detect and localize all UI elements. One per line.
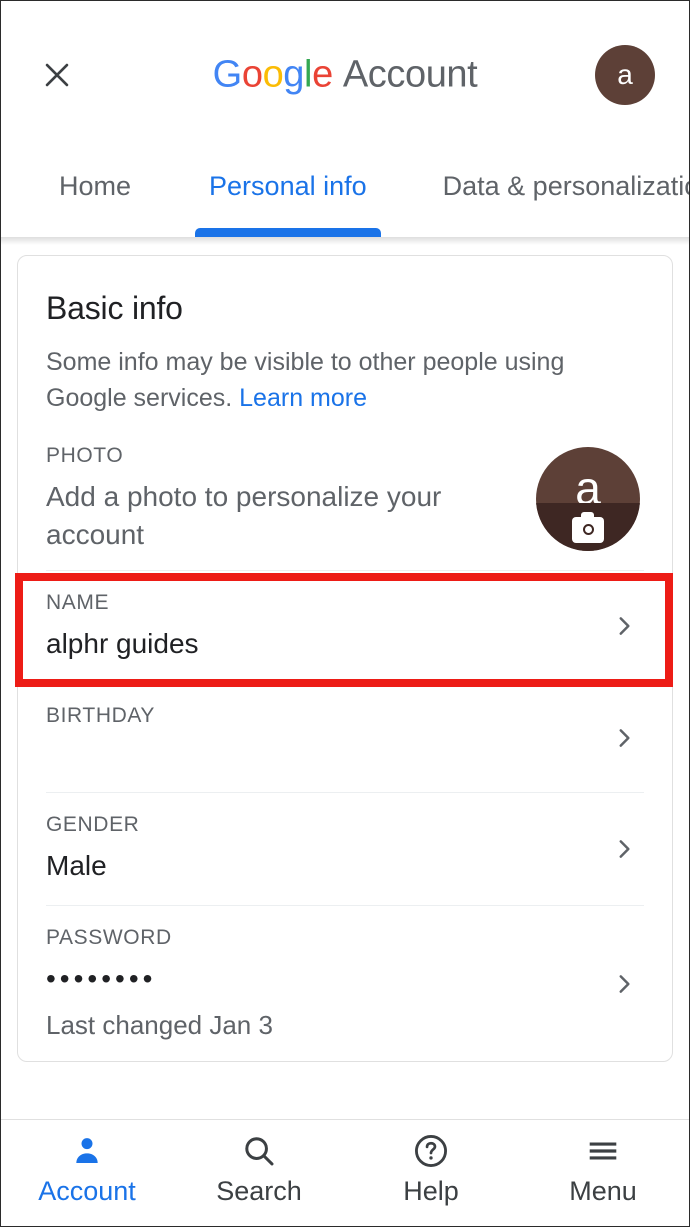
tab-data-personalization-label: Data & personalization <box>442 171 690 201</box>
chevron-right-icon-gender[interactable] <box>604 836 644 862</box>
tab-home-label: Home <box>59 171 132 201</box>
camera-lens-icon <box>582 524 594 536</box>
row-password-sub: Last changed Jan 3 <box>46 1009 273 1040</box>
logo-letter-g: G <box>212 53 243 96</box>
row-password-label: PASSWORD <box>46 926 172 950</box>
tab-home[interactable]: Home <box>45 149 145 237</box>
row-gender-text: GENDER Male <box>46 793 604 905</box>
nav-item-menu-label: Menu <box>569 1176 637 1206</box>
row-gender[interactable]: GENDER Male <box>46 792 644 905</box>
tab-bar-shadow <box>1 237 689 245</box>
title-account-word: Account <box>342 53 478 96</box>
page-title: Google Account <box>1 54 689 97</box>
logo-letter-e: e <box>312 53 333 96</box>
row-name-value: alphr guides <box>46 627 199 659</box>
nav-item-search-label: Search <box>216 1176 302 1206</box>
logo-letter-g2: g <box>283 53 305 96</box>
row-photo-value: Add a photo to personalize your account <box>46 481 442 550</box>
logo-letter-o2: o <box>262 53 284 96</box>
google-logo: Google <box>212 53 334 96</box>
tab-data-personalization[interactable]: Data & personalization <box>429 149 690 237</box>
avatar-initial: a <box>617 59 633 90</box>
nav-item-menu[interactable]: Menu <box>517 1128 689 1207</box>
card-title: Basic info <box>46 290 183 326</box>
basic-info-card: Basic info Some info may be visible to o… <box>17 255 673 1062</box>
row-birthday-value <box>46 738 604 772</box>
tab-bar: Home Personal info Data & personalizatio… <box>1 149 689 237</box>
learn-more-link[interactable]: Learn more <box>239 384 367 412</box>
search-icon <box>240 1128 278 1174</box>
nav-item-account-label: Account <box>38 1176 136 1206</box>
chevron-right-icon-password[interactable] <box>604 971 644 997</box>
logo-letter-l: l <box>304 53 313 96</box>
row-photo-text: PHOTO Add a photo to personalize your ac… <box>46 428 536 570</box>
nav-item-help-label: Help <box>403 1176 459 1206</box>
help-circle-icon <box>412 1128 450 1174</box>
row-gender-label: GENDER <box>46 813 140 837</box>
nav-item-search[interactable]: Search <box>173 1128 345 1207</box>
nav-item-help[interactable]: Help <box>345 1128 517 1207</box>
close-icon <box>40 58 74 92</box>
row-name-text: NAME alphr guides <box>46 571 604 683</box>
person-icon <box>67 1128 107 1174</box>
close-button[interactable] <box>35 53 79 97</box>
row-birthday-text: BIRTHDAY <box>46 684 604 792</box>
row-password-value: •••••••• <box>46 963 157 995</box>
nav-item-account[interactable]: Account <box>1 1128 173 1207</box>
card-subtitle: Some info may be visible to other people… <box>46 327 626 416</box>
logo-letter-o1: o <box>241 53 263 96</box>
row-photo-label: PHOTO <box>46 444 124 467</box>
camera-icon <box>572 511 604 543</box>
profile-photo-avatar[interactable]: a <box>536 446 640 551</box>
row-password[interactable]: PASSWORD •••••••• Last changed Jan 3 <box>46 905 644 1061</box>
row-name[interactable]: NAME alphr guides <box>46 569 644 683</box>
row-birthday-label: BIRTHDAY <box>46 703 156 727</box>
row-photo[interactable]: PHOTO Add a photo to personalize your ac… <box>46 416 644 570</box>
active-tab-indicator <box>195 228 381 237</box>
hamburger-menu-icon <box>584 1128 622 1174</box>
row-birthday[interactable]: BIRTHDAY <box>46 682 644 792</box>
chevron-right-icon-birthday[interactable] <box>604 725 644 751</box>
google-account-screen: Google Account a Home Personal info Data … <box>0 0 690 1227</box>
chevron-right-icon-name[interactable] <box>604 613 644 639</box>
row-password-text: PASSWORD •••••••• Last changed Jan 3 <box>46 906 604 1061</box>
content-area: Basic info Some info may be visible to o… <box>1 245 689 1062</box>
avatar[interactable]: a <box>595 45 655 105</box>
tab-personal-info-label: Personal info <box>209 171 367 201</box>
app-header: Google Account a <box>1 1 689 149</box>
bottom-nav: Account Search Help Menu <box>1 1120 689 1226</box>
row-gender-value: Male <box>46 850 107 882</box>
row-name-label: NAME <box>46 590 110 614</box>
tab-personal-info[interactable]: Personal info <box>195 149 381 237</box>
